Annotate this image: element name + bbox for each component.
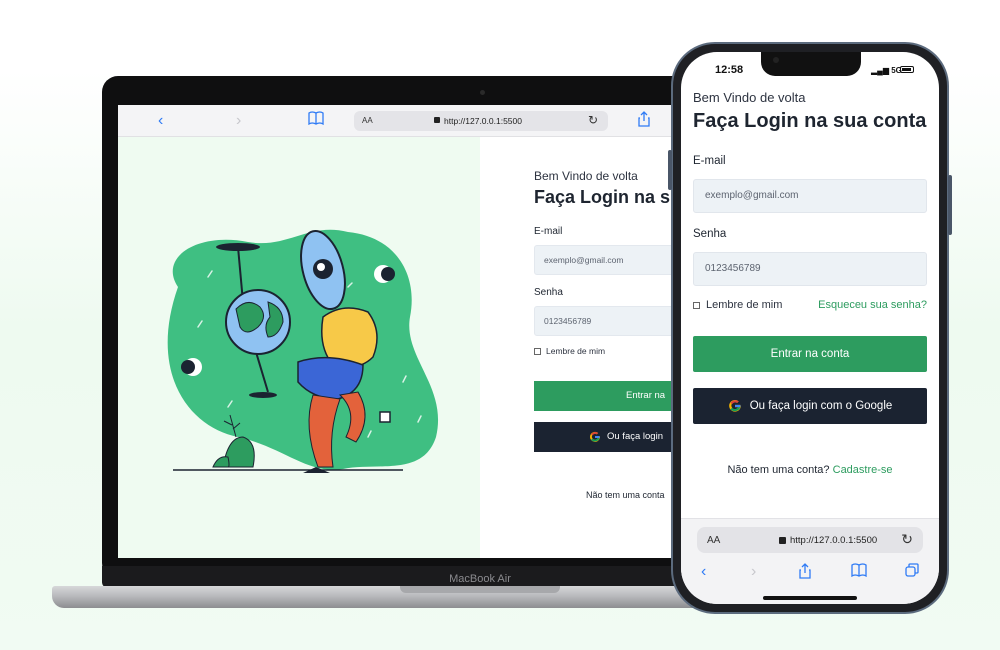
iphone-camera <box>773 57 779 63</box>
login-button[interactable]: Entrar na <box>534 381 694 411</box>
email-label: E-mail <box>693 155 726 167</box>
login-button[interactable]: Entrar na conta <box>693 336 927 372</box>
forward-icon[interactable]: › <box>751 563 756 581</box>
bookmarks-icon[interactable] <box>851 563 867 582</box>
macbook-camera <box>480 90 485 95</box>
email-field[interactable]: exemplo@gmail.com <box>534 245 694 275</box>
status-bar: 12:58 ▂▄▆ 5G <box>681 52 939 84</box>
url-text: http://127.0.0.1:5500 <box>444 116 522 126</box>
macbook-chin <box>102 566 702 588</box>
mobile-browser-toolbar: AA http://127.0.0.1:5500 ↻ ‹ › <box>681 518 939 604</box>
reload-icon[interactable]: ↻ <box>588 113 598 127</box>
welcome-text: Bem Vindo de volta <box>693 90 806 105</box>
google-login-button[interactable]: Ou faça login com o Google <box>693 388 927 424</box>
lock-icon <box>434 117 440 123</box>
macbook-model-label: MacBook Air <box>449 573 511 585</box>
remember-label: Lembre de mim <box>706 299 783 311</box>
macbook-notch <box>400 586 560 593</box>
google-login-label: Ou faça login com o Google <box>749 400 893 412</box>
text-size-button[interactable]: AA <box>362 116 373 125</box>
signup-row: Não tem uma conta? Cadastre-se <box>693 464 927 476</box>
desktop-address-bar[interactable]: AA http://127.0.0.1:5500 ↻ <box>354 111 608 131</box>
home-indicator <box>763 596 857 600</box>
forward-icon[interactable]: › <box>236 111 241 131</box>
lock-icon <box>779 537 786 544</box>
password-label: Senha <box>693 228 727 240</box>
google-login-button[interactable]: Ou faça login <box>534 422 694 452</box>
mobile-address-bar[interactable]: AA http://127.0.0.1:5500 ↻ <box>697 527 923 553</box>
share-icon[interactable] <box>799 563 811 584</box>
signal-icon: ▂▄▆ <box>871 66 892 75</box>
google-icon <box>590 431 600 442</box>
back-icon[interactable]: ‹ <box>701 563 706 581</box>
remember-checkbox[interactable] <box>693 301 700 309</box>
iphone-screen: 12:58 ▂▄▆ 5G Bem Vindo de volta Faça Log… <box>681 52 939 604</box>
signup-prompt: Não tem uma conta? <box>727 464 830 476</box>
mobile-login-form: Bem Vindo de volta Faça Login na sua con… <box>693 90 929 476</box>
reload-icon[interactable]: ↻ <box>901 531 913 548</box>
email-field[interactable]: exemplo@gmail.com <box>693 179 927 213</box>
share-icon[interactable] <box>638 111 650 133</box>
remember-me[interactable]: Lembre de mim <box>693 299 782 311</box>
google-login-label: Ou faça login <box>607 431 663 442</box>
forgot-password-link[interactable]: Esqueceu sua senha? <box>818 299 927 311</box>
remember-checkbox[interactable] <box>534 347 541 355</box>
signup-link[interactable]: Cadastre-se <box>833 464 893 476</box>
tabs-icon[interactable] <box>905 563 919 582</box>
illustration-panel <box>118 137 480 558</box>
password-field[interactable]: 0123456789 <box>693 252 927 286</box>
google-icon <box>728 399 741 412</box>
remember-row: Lembre de mim Esqueceu sua senha? <box>693 299 927 311</box>
battery-icon <box>900 66 914 73</box>
macbook-screen: ‹ › AA http://127.0.0.1:5500 ↻ Bem Vindo… <box>118 105 702 558</box>
iphone-side-button <box>948 175 952 235</box>
iphone-volume-button <box>668 150 672 190</box>
login-illustration <box>167 229 439 473</box>
desktop-browser-toolbar: ‹ › AA http://127.0.0.1:5500 ↻ <box>118 105 702 137</box>
signal-indicator: ▂▄▆ 5G <box>871 66 902 75</box>
bookmarks-icon[interactable] <box>308 111 324 131</box>
remember-label: Lembre de mim <box>546 346 606 356</box>
password-field[interactable]: 0123456789 <box>534 306 694 336</box>
status-time: 12:58 <box>715 64 744 76</box>
back-icon[interactable]: ‹ <box>158 111 163 131</box>
page-title: Faça Login na sua conta <box>693 110 927 132</box>
url-text: http://127.0.0.1:5500 <box>790 535 878 546</box>
text-size-button[interactable]: AA <box>707 535 720 546</box>
iphone-notch <box>761 52 861 76</box>
